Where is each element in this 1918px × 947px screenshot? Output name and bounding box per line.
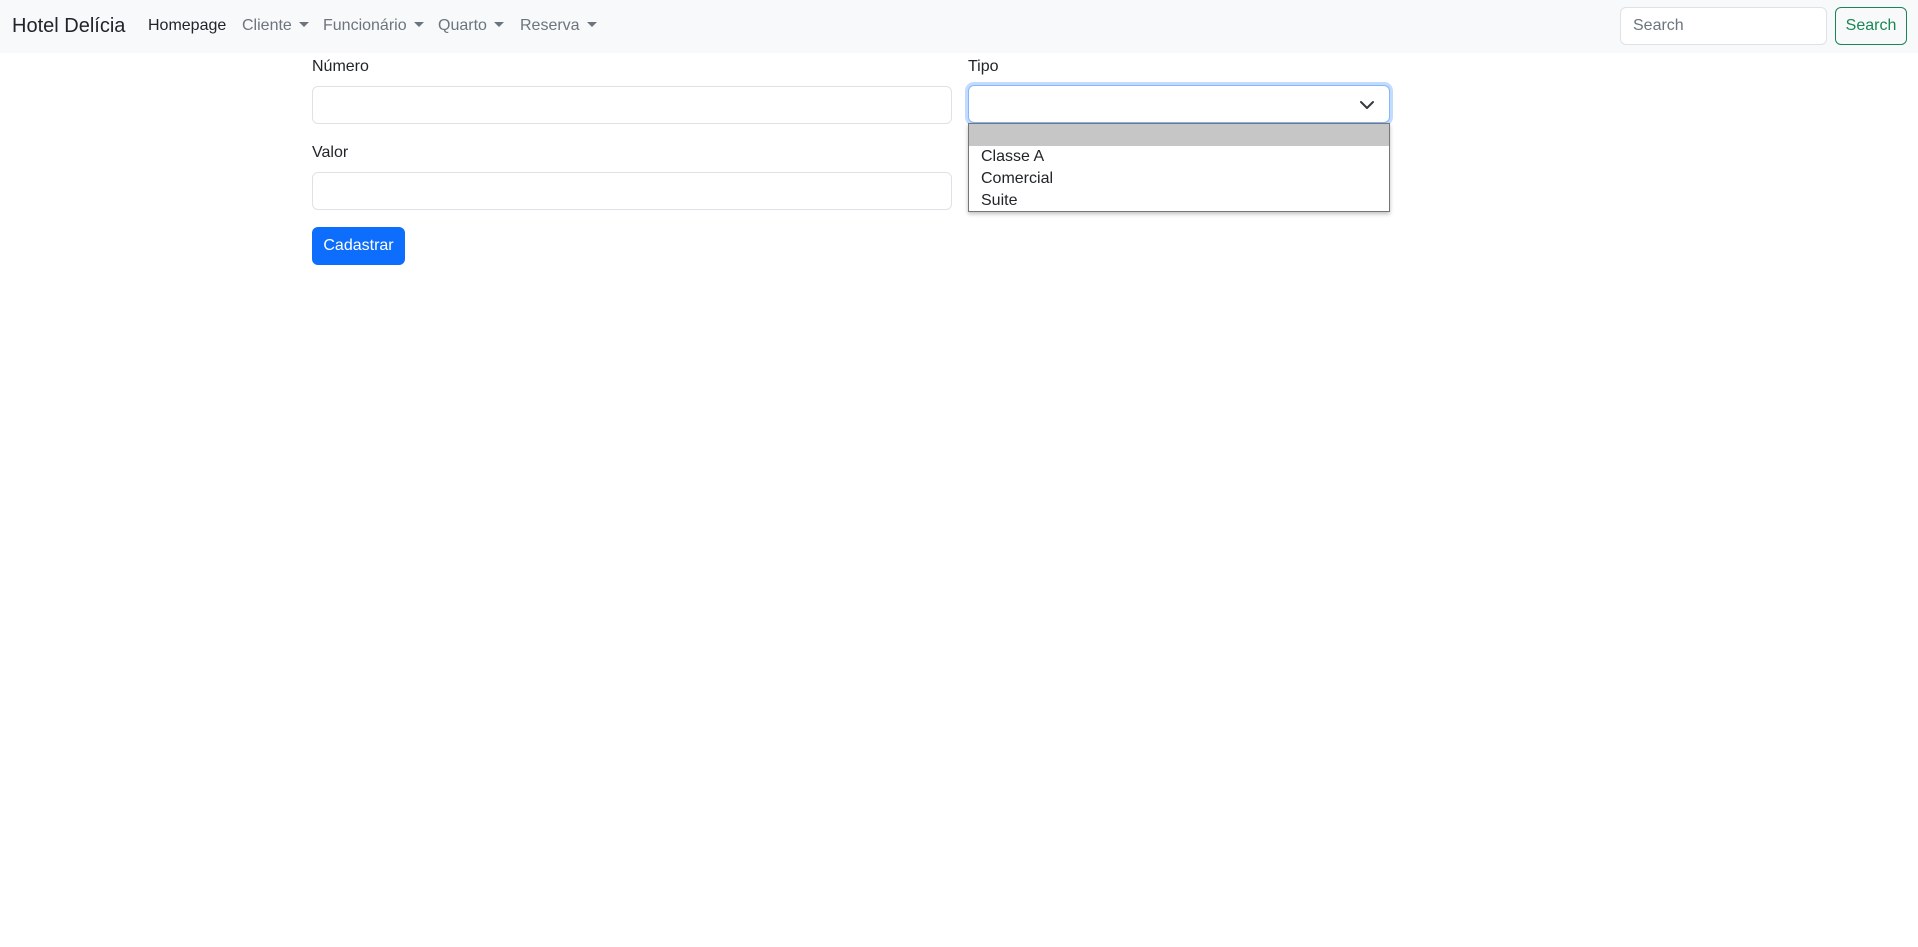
chevron-down-icon: [1360, 101, 1374, 109]
nav-homepage-label: Homepage: [148, 17, 227, 34]
tipo-option-classe-a[interactable]: Classe A: [969, 146, 1389, 168]
nav-cliente-label: Cliente: [242, 17, 292, 34]
caret-down-icon: [493, 22, 504, 27]
caret-down-icon: [586, 22, 597, 27]
brand-link[interactable]: Hotel Delícia: [12, 12, 125, 40]
caret-down-icon: [298, 22, 309, 27]
tipo-option-suite[interactable]: Suite: [969, 190, 1389, 212]
tipo-option-comercial[interactable]: Comercial: [969, 168, 1389, 190]
search-input[interactable]: [1620, 7, 1827, 45]
nav-funcionario-label: Funcionário: [323, 17, 407, 34]
cadastrar-button[interactable]: Cadastrar: [312, 227, 405, 265]
nav-quarto-label: Quarto: [438, 17, 487, 34]
navbar: Hotel Delícia Homepage Cliente Funcionár…: [0, 0, 1918, 53]
tipo-label: Tipo: [968, 58, 999, 75]
caret-down-icon: [413, 22, 424, 27]
valor-label: Valor: [312, 144, 349, 161]
tipo-option-empty[interactable]: [969, 124, 1389, 146]
tipo-options-list: Classe A Comercial Suite: [968, 123, 1390, 212]
search-button[interactable]: Search: [1835, 7, 1907, 45]
numero-input[interactable]: [312, 86, 952, 124]
nav-reserva-label: Reserva: [520, 17, 580, 34]
tipo-select[interactable]: [968, 85, 1390, 123]
nav-quarto-dropdown[interactable]: Quarto: [438, 15, 504, 37]
nav-cliente-dropdown[interactable]: Cliente: [242, 15, 309, 37]
nav-homepage[interactable]: Homepage: [148, 15, 226, 37]
nav-funcionario-dropdown[interactable]: Funcionário: [323, 15, 424, 37]
numero-label: Número: [312, 58, 369, 75]
valor-input[interactable]: [312, 172, 952, 210]
nav-reserva-dropdown[interactable]: Reserva: [520, 15, 597, 37]
